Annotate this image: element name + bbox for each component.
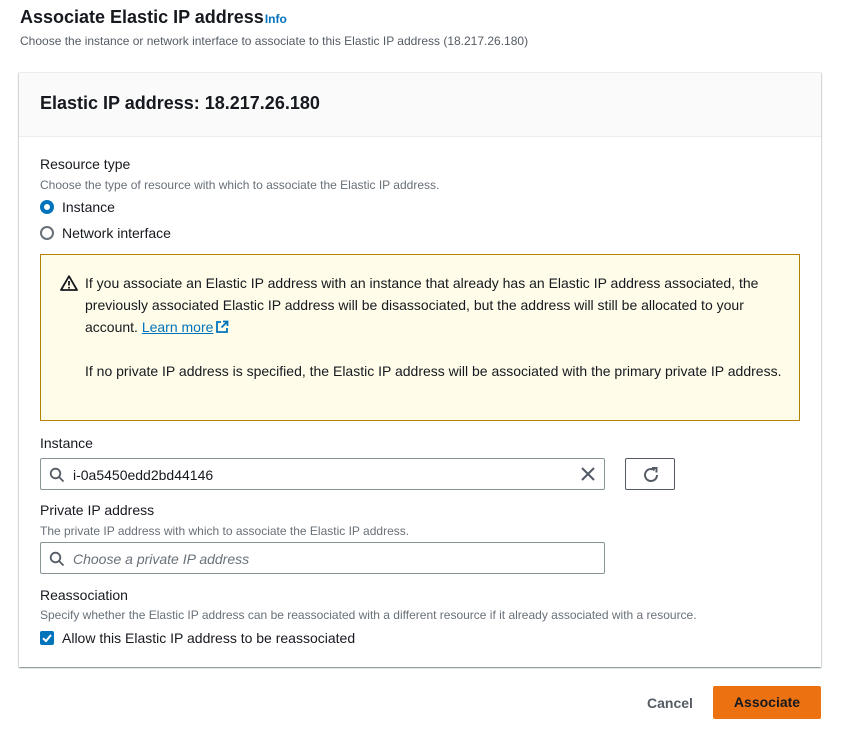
clear-icon[interactable] [579,465,597,483]
instance-label: Instance [40,435,93,451]
reassociation-label: Reassociation [40,587,128,603]
associate-button[interactable]: Associate [713,686,821,719]
refresh-button[interactable] [625,458,675,490]
radio-instance[interactable]: Instance [40,198,115,216]
reassociation-checkbox[interactable] [40,631,54,645]
private-ip-placeholder[interactable]: Choose a private IP address [73,551,249,567]
refresh-icon [644,467,658,482]
external-link-icon[interactable] [215,320,229,334]
warning-alert: If you associate an Elastic IP address w… [40,254,800,421]
info-link[interactable]: Info [265,12,287,26]
radio-network-interface-label[interactable]: Network interface [62,225,171,241]
alert-paragraph-2: If no private IP address is specified, t… [85,363,782,379]
card-title: Elastic IP address: 18.217.26.180 [40,93,320,113]
card-header: Elastic IP address: 18.217.26.180 [19,73,821,137]
cancel-button[interactable]: Cancel [630,687,710,719]
resource-type-description: Choose the type of resource with which t… [40,178,440,192]
radio-instance-button[interactable] [40,200,54,214]
radio-instance-label[interactable]: Instance [62,199,115,215]
elastic-ip-card: Elastic IP address: 18.217.26.180 Resour… [19,72,821,667]
page-description: Choose the instance or network interface… [20,34,529,48]
instance-search-input[interactable]: i-0a5450edd2bd44146 [40,458,605,490]
warning-icon [60,275,78,291]
resource-type-label: Resource type [40,156,131,172]
checkmark-icon [42,634,52,643]
private-ip-description: The private IP address with which to ass… [40,524,410,538]
private-ip-input[interactable]: Choose a private IP address [40,542,605,574]
learn-more-link[interactable]: Learn more [142,319,214,335]
radio-network-interface-button[interactable] [40,226,54,240]
search-icon [49,551,65,567]
reassociation-checkbox-label[interactable]: Allow this Elastic IP address to be reas… [62,630,355,646]
page-title: Associate Elastic IP addressInfo [20,7,287,28]
search-icon [49,467,65,483]
alert-paragraph-1: If you associate an Elastic IP address w… [85,272,785,338]
reassociation-checkbox-row[interactable]: Allow this Elastic IP address to be reas… [40,629,355,647]
radio-network-interface[interactable]: Network interface [40,224,171,242]
page-title-text: Associate Elastic IP address [20,7,264,27]
instance-value[interactable]: i-0a5450edd2bd44146 [73,467,213,483]
private-ip-label: Private IP address [40,502,155,518]
reassociation-description: Specify whether the Elastic IP address c… [40,608,697,622]
